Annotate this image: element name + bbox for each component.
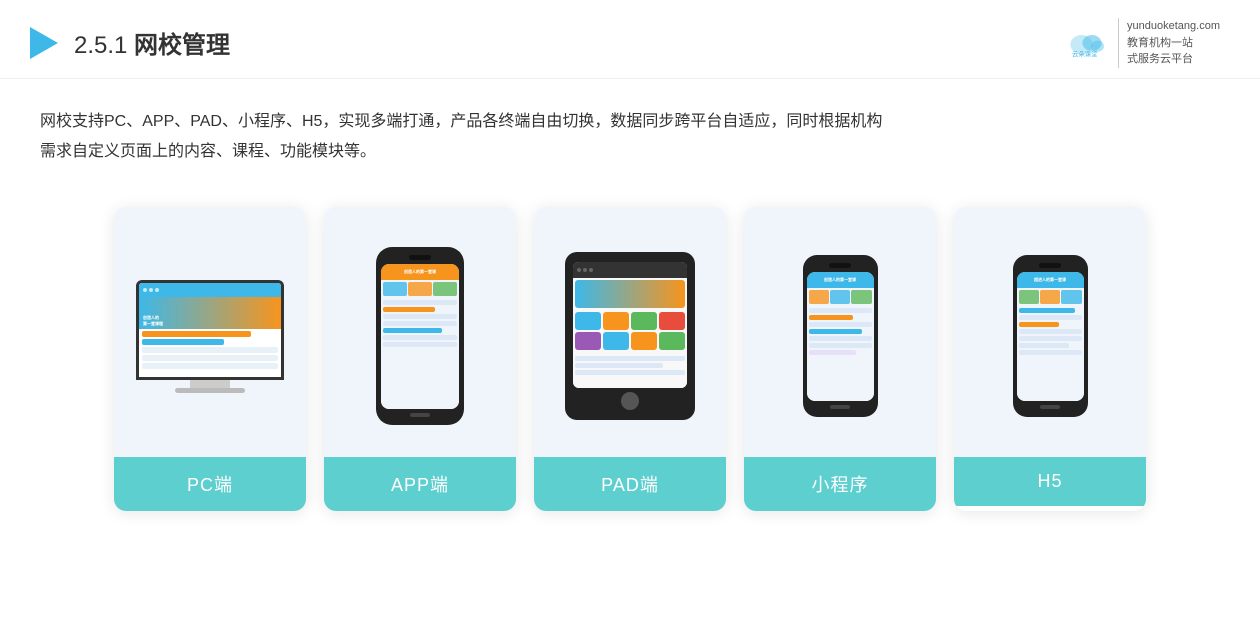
phone-device-icon: 创造人的第一堂课 <box>376 247 464 425</box>
logo-triangle-icon <box>30 27 58 59</box>
header-left: 2.5.1 网校管理 <box>30 25 230 60</box>
card-pc: 创造人的第一堂课程 <box>114 207 306 511</box>
card-app-label: APP端 <box>324 457 516 511</box>
pad-device-icon <box>565 252 695 420</box>
card-pc-image: 创造人的第一堂课程 <box>114 207 306 457</box>
yunduoke-logo-icon: 云朵课堂 <box>1064 27 1112 59</box>
card-h5-image: 超进人的第一堂课 <box>954 207 1146 457</box>
card-pad: PAD端 <box>534 207 726 511</box>
card-pad-label: PAD端 <box>534 457 726 511</box>
h5-device-icon: 超进人的第一堂课 <box>1013 255 1088 417</box>
brand-logo: 云朵课堂 yunduoketang.com 教育机构一站 式服务云平台 <box>1064 18 1220 68</box>
header-right: 云朵课堂 yunduoketang.com 教育机构一站 式服务云平台 <box>1064 18 1220 68</box>
card-h5-label: H5 <box>954 457 1146 506</box>
card-h5: 超进人的第一堂课 <box>954 207 1146 511</box>
card-app-image: 创造人的第一堂课 <box>324 207 516 457</box>
pc-device-icon: 创造人的第一堂课程 <box>136 280 284 393</box>
description-text: 网校支持PC、APP、PAD、小程序、H5，实现多端打通，产品各终端自由切换，数… <box>0 79 1260 178</box>
card-pad-image <box>534 207 726 457</box>
card-miniapp: 创造人的第一堂课 <box>744 207 936 511</box>
svg-text:云朵课堂: 云朵课堂 <box>1072 49 1098 58</box>
brand-tagline: yunduoketang.com 教育机构一站 式服务云平台 <box>1118 18 1220 68</box>
page-header: 2.5.1 网校管理 云朵课堂 yunduoketang.com 教育机构一站 … <box>0 0 1260 79</box>
title-prefix: 2.5.1 <box>74 32 134 59</box>
page-title: 2.5.1 网校管理 <box>74 25 230 60</box>
card-pc-label: PC端 <box>114 457 306 511</box>
title-main: 网校管理 <box>134 32 230 59</box>
card-miniapp-image: 创造人的第一堂课 <box>744 207 936 457</box>
card-app: 创造人的第一堂课 <box>324 207 516 511</box>
miniapp-device-icon: 创造人的第一堂课 <box>803 255 878 417</box>
platform-cards: 创造人的第一堂课程 <box>0 187 1260 531</box>
card-miniapp-label: 小程序 <box>744 457 936 511</box>
